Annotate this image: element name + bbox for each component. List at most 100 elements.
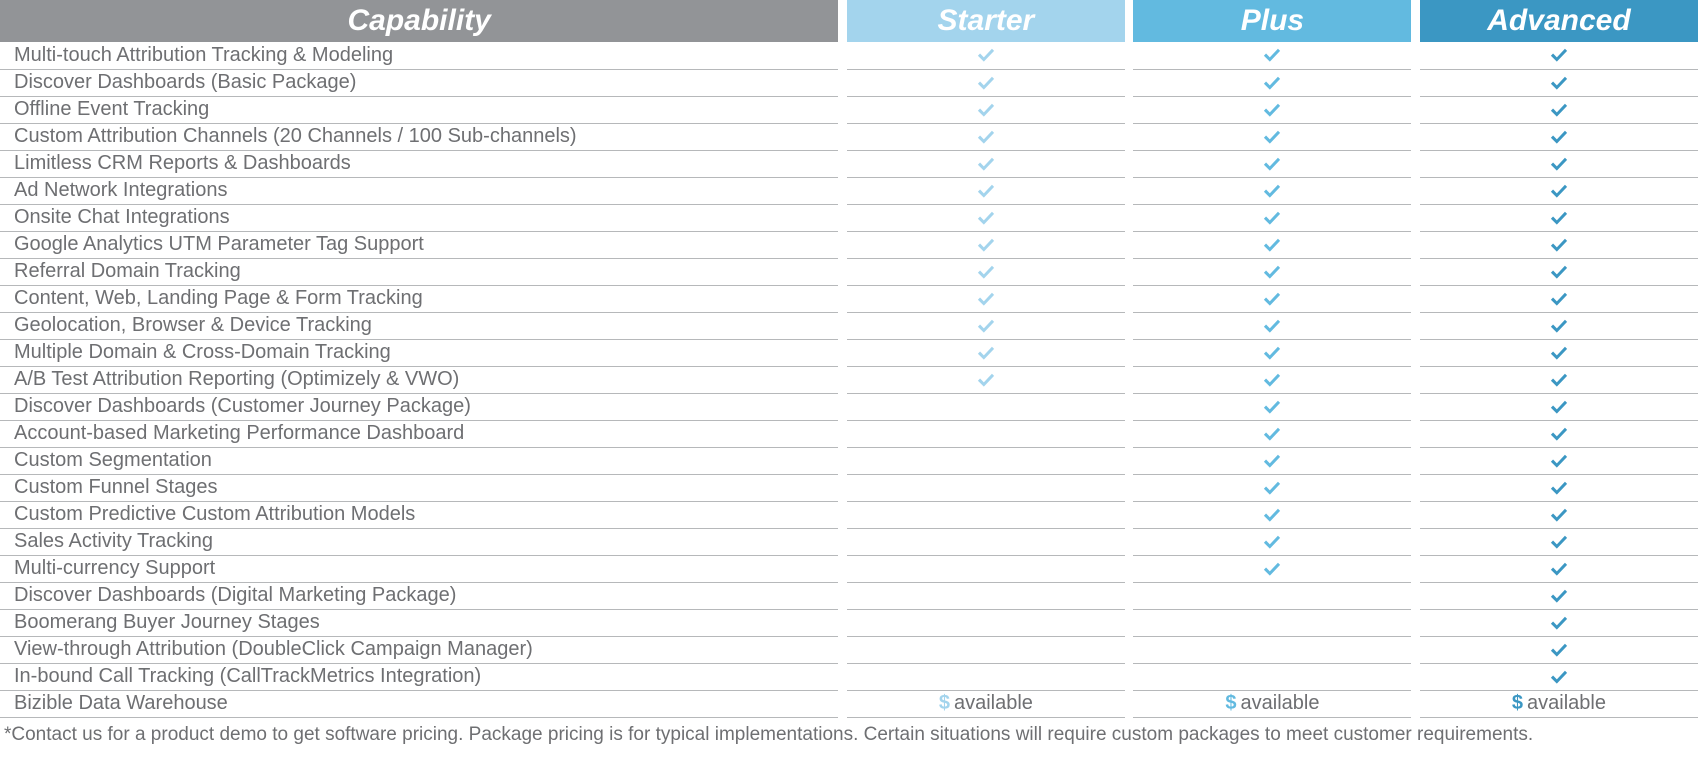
column-gap bbox=[1411, 501, 1419, 528]
header-gap bbox=[838, 0, 846, 42]
column-gap bbox=[1125, 69, 1133, 96]
plan-cell bbox=[847, 663, 1125, 690]
column-gap bbox=[1411, 204, 1419, 231]
capability-label: Content, Web, Landing Page & Form Tracki… bbox=[0, 285, 838, 312]
check-icon bbox=[1547, 287, 1571, 309]
plan-cell bbox=[1420, 339, 1698, 366]
plan-cell bbox=[1420, 231, 1698, 258]
column-gap bbox=[838, 501, 846, 528]
capability-label: Custom Attribution Channels (20 Channels… bbox=[0, 123, 838, 150]
check-icon bbox=[1260, 422, 1284, 444]
table-row: Discover Dashboards (Basic Package) bbox=[0, 69, 1698, 96]
check-icon bbox=[1260, 395, 1284, 417]
check-icon bbox=[974, 71, 998, 93]
column-gap bbox=[1125, 150, 1133, 177]
capability-label: Multiple Domain & Cross-Domain Tracking bbox=[0, 339, 838, 366]
header-plan-starter: Starter bbox=[847, 0, 1125, 42]
table-row: Multiple Domain & Cross-Domain Tracking bbox=[0, 339, 1698, 366]
check-icon bbox=[1260, 476, 1284, 498]
column-gap bbox=[1411, 42, 1419, 69]
plan-cell bbox=[1133, 393, 1411, 420]
capability-label: Custom Predictive Custom Attribution Mod… bbox=[0, 501, 838, 528]
check-icon bbox=[1547, 395, 1571, 417]
check-icon bbox=[974, 341, 998, 363]
plan-cell bbox=[847, 528, 1125, 555]
column-gap bbox=[1125, 42, 1133, 69]
plan-cell bbox=[1133, 555, 1411, 582]
capability-label: Referral Domain Tracking bbox=[0, 258, 838, 285]
column-gap bbox=[1125, 285, 1133, 312]
check-icon bbox=[1547, 341, 1571, 363]
column-gap bbox=[1125, 528, 1133, 555]
column-gap bbox=[1411, 447, 1419, 474]
plan-cell bbox=[1420, 555, 1698, 582]
check-icon bbox=[1547, 584, 1571, 606]
column-gap bbox=[838, 690, 846, 717]
plan-cell bbox=[1420, 69, 1698, 96]
check-icon bbox=[974, 152, 998, 174]
dollar-icon: $ bbox=[1512, 692, 1523, 714]
column-gap bbox=[838, 177, 846, 204]
table-row: View-through Attribution (DoubleClick Ca… bbox=[0, 636, 1698, 663]
capability-label: Onsite Chat Integrations bbox=[0, 204, 838, 231]
plan-cell bbox=[1133, 204, 1411, 231]
column-gap bbox=[1125, 636, 1133, 663]
plan-cell bbox=[847, 420, 1125, 447]
column-gap bbox=[1411, 231, 1419, 258]
check-icon bbox=[1547, 233, 1571, 255]
plan-cell bbox=[1133, 636, 1411, 663]
plan-cell bbox=[1420, 123, 1698, 150]
plan-cell bbox=[1420, 663, 1698, 690]
column-gap bbox=[1411, 663, 1419, 690]
plan-cell bbox=[847, 555, 1125, 582]
column-gap bbox=[838, 285, 846, 312]
column-gap bbox=[1411, 555, 1419, 582]
column-gap bbox=[1125, 582, 1133, 609]
table-row: Custom Predictive Custom Attribution Mod… bbox=[0, 501, 1698, 528]
plan-cell bbox=[847, 582, 1125, 609]
plan-cell bbox=[1133, 150, 1411, 177]
capability-label: Ad Network Integrations bbox=[0, 177, 838, 204]
plan-cell bbox=[1420, 528, 1698, 555]
plan-cell bbox=[1133, 663, 1411, 690]
column-gap bbox=[838, 312, 846, 339]
plan-cell bbox=[1133, 96, 1411, 123]
column-gap bbox=[838, 393, 846, 420]
plan-cell bbox=[1133, 312, 1411, 339]
table-row: Bizible Data Warehouse$available$availab… bbox=[0, 690, 1698, 717]
check-icon bbox=[1547, 152, 1571, 174]
plan-cell bbox=[847, 474, 1125, 501]
column-gap bbox=[1411, 339, 1419, 366]
table-row: Discover Dashboards (Digital Marketing P… bbox=[0, 582, 1698, 609]
plan-cell bbox=[847, 42, 1125, 69]
check-icon bbox=[1547, 206, 1571, 228]
plan-cell bbox=[847, 636, 1125, 663]
table-row: Content, Web, Landing Page & Form Tracki… bbox=[0, 285, 1698, 312]
table-row: Custom Segmentation bbox=[0, 447, 1698, 474]
column-gap bbox=[838, 555, 846, 582]
plan-cell bbox=[1420, 609, 1698, 636]
column-gap bbox=[1125, 447, 1133, 474]
column-gap bbox=[838, 42, 846, 69]
check-icon bbox=[1547, 71, 1571, 93]
column-gap bbox=[1125, 663, 1133, 690]
check-icon bbox=[1260, 368, 1284, 390]
available-label: available bbox=[954, 692, 1033, 714]
column-gap bbox=[1411, 177, 1419, 204]
column-gap bbox=[1411, 393, 1419, 420]
check-icon bbox=[1547, 44, 1571, 66]
check-icon bbox=[974, 125, 998, 147]
plan-cell bbox=[1420, 204, 1698, 231]
column-gap bbox=[1411, 312, 1419, 339]
column-gap bbox=[1125, 339, 1133, 366]
plan-cell bbox=[847, 177, 1125, 204]
plan-cell bbox=[1420, 582, 1698, 609]
plan-cell bbox=[1420, 636, 1698, 663]
column-gap bbox=[838, 123, 846, 150]
plan-cell bbox=[847, 150, 1125, 177]
pricing-footnote: *Contact us for a product demo to get so… bbox=[0, 718, 1698, 746]
check-icon bbox=[1547, 422, 1571, 444]
check-icon bbox=[1260, 314, 1284, 336]
plan-cell bbox=[847, 231, 1125, 258]
check-icon bbox=[1547, 125, 1571, 147]
